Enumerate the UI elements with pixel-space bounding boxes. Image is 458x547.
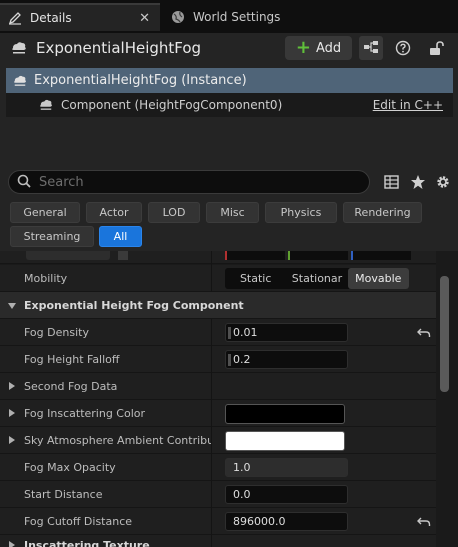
page-title: ExponentialHeightFog <box>36 39 202 57</box>
x-field[interactable] <box>225 251 285 260</box>
filter-actor[interactable]: Actor <box>86 202 142 223</box>
filter-misc[interactable]: Misc <box>206 202 259 223</box>
add-button-label: Add <box>315 40 342 56</box>
fog-cutoff-distance-value: 896000.0 <box>233 515 286 528</box>
close-icon[interactable]: ✕ <box>139 11 150 26</box>
pencil-icon <box>8 11 22 25</box>
y-field[interactable] <box>288 251 348 260</box>
start-distance-label: Start Distance <box>24 488 103 501</box>
second-fog-data-label: Second Fog Data <box>24 380 118 393</box>
sky-atmosphere-row: Sky Atmosphere Ambient Contributi <box>0 427 436 454</box>
filter-all[interactable]: All <box>99 226 142 247</box>
search-icon <box>17 174 31 191</box>
sky-atmosphere-label: Sky Atmosphere Ambient Contributi <box>24 434 212 447</box>
expand-arrow-icon[interactable] <box>9 382 15 390</box>
globe-icon <box>171 10 185 24</box>
inscattering-texture-label: Inscattering Texture <box>24 539 150 547</box>
filter-physics[interactable]: Physics <box>265 202 337 223</box>
tree-item-root[interactable]: ExponentialHeightFog (Instance) <box>6 68 453 93</box>
fog-height-falloff-label: Fog Height Falloff <box>24 353 120 366</box>
fog-height-falloff-field[interactable]: 0.2 <box>225 350 348 369</box>
expand-arrow-icon[interactable] <box>9 409 15 417</box>
search-placeholder: Search <box>39 174 84 190</box>
mobility-movable[interactable]: Movable <box>347 268 409 289</box>
second-fog-data-row[interactable]: Second Fog Data <box>0 373 436 400</box>
filter-rendering[interactable]: Rendering <box>343 202 422 223</box>
tab-world-settings-label: World Settings <box>193 10 281 24</box>
fog-component-icon <box>38 98 54 112</box>
fog-max-opacity-field[interactable]: 1.0 <box>225 458 348 477</box>
fog-cutoff-distance-field[interactable]: 896000.0 <box>225 512 348 531</box>
table-view-icon[interactable] <box>382 173 400 191</box>
fog-inscattering-color-label: Fog Inscattering Color <box>24 407 146 420</box>
tab-world-settings[interactable]: World Settings <box>163 3 293 31</box>
tab-bar: Details ✕ World Settings <box>0 0 458 33</box>
z-field[interactable] <box>351 251 411 260</box>
fog-cutoff-distance-label: Fog Cutoff Distance <box>24 515 133 528</box>
section-header-fog-component[interactable]: Exponential Height Fog Component <box>0 292 436 319</box>
fog-actor-icon <box>10 40 28 56</box>
plus-icon: + <box>295 37 311 58</box>
unlock-icon[interactable] <box>427 39 445 57</box>
fog-inscattering-color-swatch[interactable] <box>225 404 345 424</box>
mobility-static[interactable]: Static <box>225 268 286 289</box>
slider-fill <box>228 354 231 366</box>
tree-item-component-label: Component (HeightFogComponent0) <box>61 98 283 112</box>
component-tree: ExponentialHeightFog (Instance) Componen… <box>6 68 453 117</box>
filter-lod[interactable]: LOD <box>148 202 200 223</box>
component-tree-panel: ExponentialHeightFog (Instance) Componen… <box>0 65 458 165</box>
tab-details-label: Details <box>30 11 72 25</box>
blueprint-icon <box>363 40 379 57</box>
sky-atmosphere-color-swatch[interactable] <box>225 431 345 451</box>
mobility-selector[interactable]: Static Stationar Movable <box>225 268 409 289</box>
fog-actor-icon <box>12 74 28 88</box>
collapse-arrow-icon[interactable] <box>8 303 16 309</box>
filter-general[interactable]: General <box>10 202 80 223</box>
reset-to-default-icon[interactable] <box>417 515 431 529</box>
search-input[interactable]: Search <box>8 170 370 194</box>
scale-dropdown[interactable] <box>26 251 110 260</box>
mobility-stationary[interactable]: Stationar <box>286 268 347 289</box>
fog-max-opacity-row: Fog Max Opacity 1.0 <box>0 454 436 481</box>
fog-density-row: Fog Density 0.01 <box>0 319 436 346</box>
blueprint-button[interactable] <box>359 36 383 60</box>
slider-fill <box>228 327 231 339</box>
fog-height-falloff-row: Fog Height Falloff 0.2 <box>0 346 436 373</box>
section-title: Exponential Height Fog Component <box>24 299 244 312</box>
tab-details[interactable]: Details ✕ <box>0 3 160 31</box>
help-icon[interactable] <box>394 39 412 57</box>
expand-arrow-icon[interactable] <box>9 541 15 547</box>
details-scrollbar[interactable] <box>440 276 449 392</box>
fog-density-field[interactable]: 0.01 <box>225 323 348 342</box>
expand-arrow-icon[interactable] <box>9 436 15 444</box>
inscattering-texture-row: Inscattering Texture <box>0 535 436 547</box>
filter-streaming[interactable]: Streaming <box>10 226 94 247</box>
star-icon[interactable] <box>409 173 427 191</box>
fog-max-opacity-label: Fog Max Opacity <box>24 461 116 474</box>
reset-to-default-icon[interactable] <box>417 326 431 340</box>
start-distance-field[interactable]: 0.0 <box>225 485 348 504</box>
edit-in-cpp-link[interactable]: Edit in C++ <box>373 98 443 112</box>
mobility-label: Mobility <box>24 272 68 285</box>
fog-density-value: 0.01 <box>233 326 258 339</box>
details-list: Mobility Static Stationar Movable Expone… <box>0 251 458 547</box>
fog-height-falloff-value: 0.2 <box>233 353 251 366</box>
tree-item-component[interactable]: Component (HeightFogComponent0) Edit in … <box>6 93 453 117</box>
fog-max-opacity-value: 1.0 <box>233 461 251 474</box>
fog-density-label: Fog Density <box>24 326 89 339</box>
clipped-row <box>0 251 436 265</box>
lock-ratio-icon[interactable] <box>118 251 128 260</box>
add-component-button[interactable]: + Add <box>285 36 352 60</box>
start-distance-value: 0.0 <box>233 488 251 501</box>
fog-inscattering-color-row: Fog Inscattering Color <box>0 400 436 427</box>
gear-icon[interactable] <box>434 173 452 191</box>
details-header: ExponentialHeightFog + Add <box>0 33 458 65</box>
details-toolbar: Search General Actor LOD Misc Physics Re… <box>0 165 458 251</box>
mobility-row: Mobility Static Stationar Movable <box>0 265 436 292</box>
fog-cutoff-distance-row: Fog Cutoff Distance 896000.0 <box>0 508 436 535</box>
start-distance-row: Start Distance 0.0 <box>0 481 436 508</box>
tree-item-root-label: ExponentialHeightFog (Instance) <box>34 73 247 88</box>
